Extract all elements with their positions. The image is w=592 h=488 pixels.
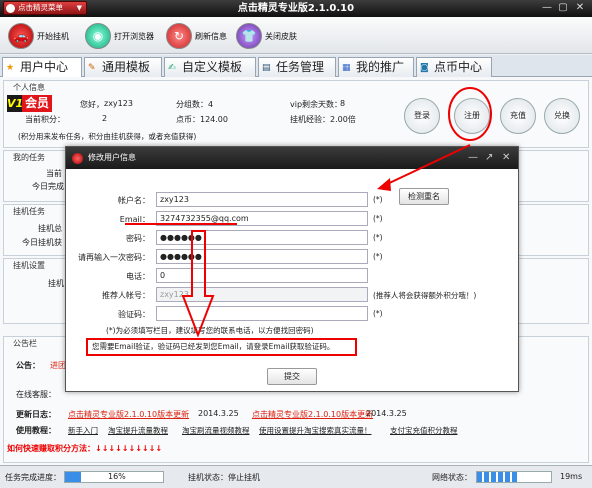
annotation-arrow-line [382,144,471,187]
down-arrow-icon [181,230,215,338]
annotation-overlay [125,87,492,338]
register-highlight-circle [448,87,492,141]
annotation-arrow-head [377,178,391,191]
